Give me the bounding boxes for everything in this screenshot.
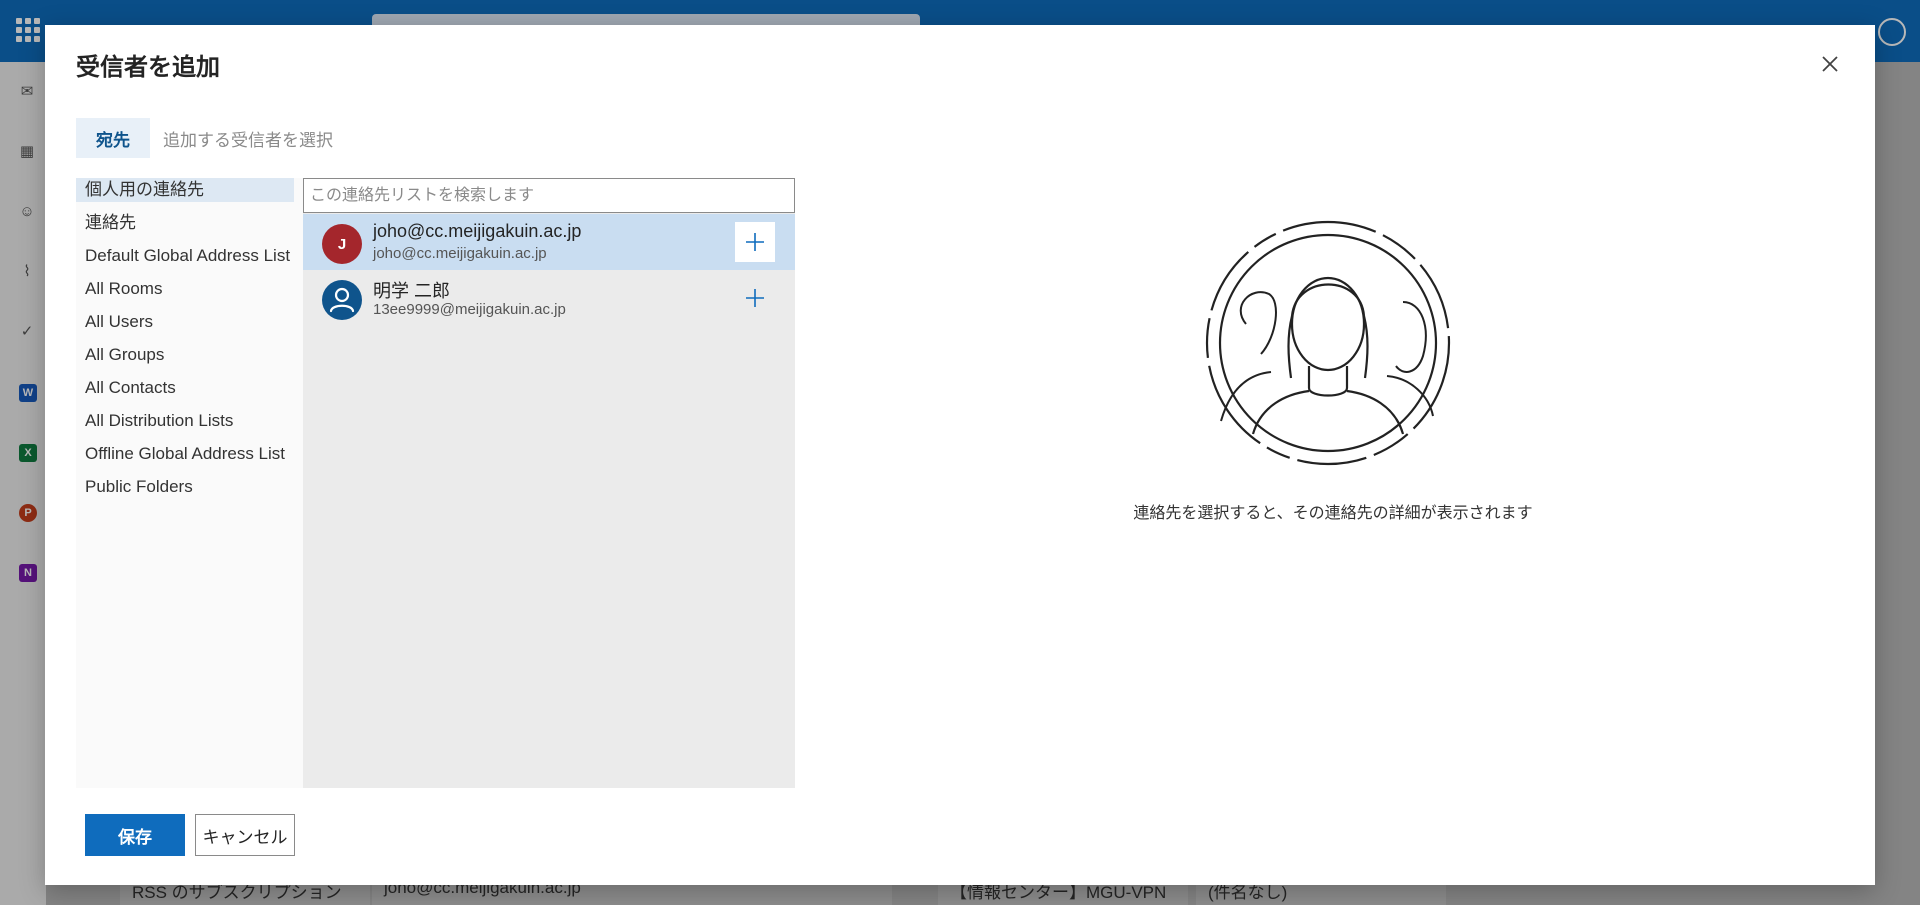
dialog-title: 受信者を追加 — [76, 54, 220, 81]
contact-list-pane: J joho@cc.meijigakuin.ac.jp joho@cc.meij… — [303, 178, 795, 788]
add-contact-button[interactable] — [735, 222, 775, 262]
contact-row[interactable]: J joho@cc.meijigakuin.ac.jp joho@cc.meij… — [303, 214, 795, 270]
address-book-all-rooms[interactable]: All Rooms — [76, 277, 294, 301]
avatar: J — [322, 224, 362, 264]
address-book-public-folders[interactable]: Public Folders — [76, 475, 294, 499]
contact-search-input[interactable] — [303, 178, 795, 213]
address-book-offline-gal[interactable]: Offline Global Address List — [76, 442, 294, 466]
plus-icon — [746, 233, 764, 251]
contact-name: 明学 二郎 — [373, 281, 451, 301]
contact-row[interactable]: 明学 二郎 13ee9999@meijigakuin.ac.jp — [303, 270, 795, 326]
add-recipients-dialog: 受信者を追加 宛先 追加する受信者を選択 個人用の連絡先 連絡先 Default… — [45, 25, 1875, 885]
address-book-list: 個人用の連絡先 連絡先 Default Global Address List … — [76, 178, 303, 788]
contact-email: 13ee9999@meijigakuin.ac.jp — [373, 301, 566, 318]
address-book-default-gal[interactable]: Default Global Address List — [76, 244, 294, 268]
cancel-button[interactable]: キャンセル — [195, 814, 295, 856]
plus-icon — [746, 289, 764, 307]
to-recipient-placeholder[interactable]: 追加する受信者を選択 — [163, 126, 333, 151]
address-book-all-distribution-lists[interactable]: All Distribution Lists — [76, 409, 294, 433]
contacts-illustration-icon — [1205, 220, 1451, 466]
address-book-all-users[interactable]: All Users — [76, 310, 294, 334]
contact-name: joho@cc.meijigakuin.ac.jp — [373, 221, 582, 241]
address-book-all-groups[interactable]: All Groups — [76, 343, 294, 367]
to-recipient-row: 宛先 追加する受信者を選択 — [76, 118, 333, 158]
avatar — [322, 280, 362, 320]
close-icon — [1822, 56, 1838, 72]
contact-detail-placeholder: 連絡先を選択すると、その連絡先の詳細が表示されます — [1133, 505, 1533, 522]
to-label[interactable]: 宛先 — [76, 118, 150, 158]
close-button[interactable] — [1816, 50, 1844, 78]
address-book-contacts[interactable]: 連絡先 — [76, 211, 294, 235]
add-contact-button[interactable] — [735, 278, 775, 318]
address-book-personal-contacts[interactable]: 個人用の連絡先 — [76, 178, 294, 202]
contact-email: joho@cc.meijigakuin.ac.jp — [373, 245, 547, 262]
save-button[interactable]: 保存 — [85, 814, 185, 856]
address-book-all-contacts[interactable]: All Contacts — [76, 376, 294, 400]
person-icon — [329, 287, 355, 313]
